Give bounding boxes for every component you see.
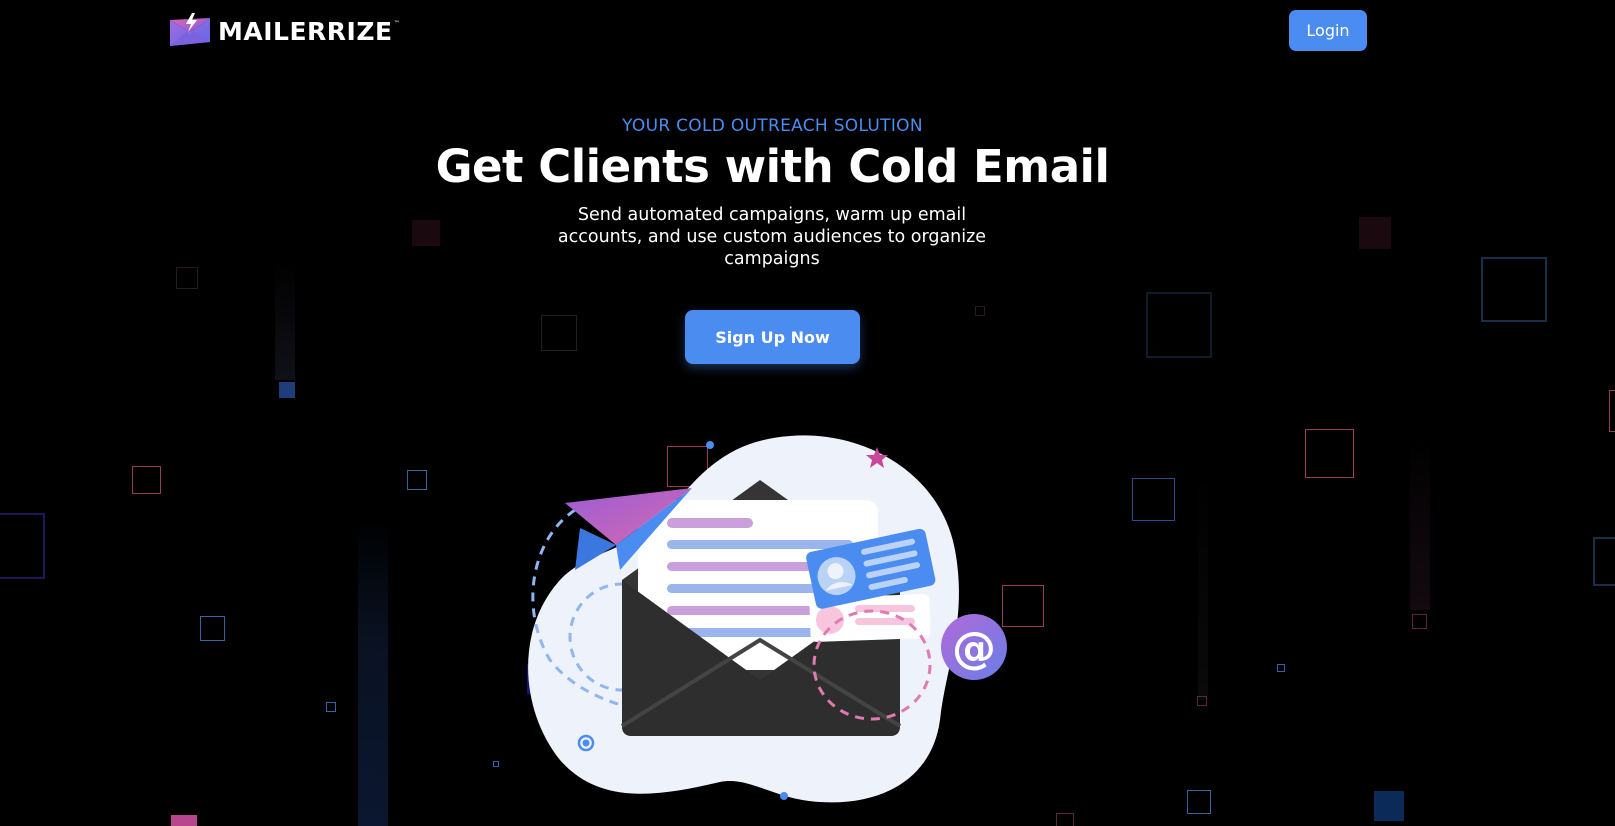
bg-streak (1198, 470, 1208, 700)
bg-square (1146, 292, 1212, 358)
bg-square (1412, 614, 1427, 629)
bg-square (176, 267, 198, 289)
hero-eyebrow: YOUR COLD OUTREACH SOLUTION (622, 116, 923, 136)
bg-square (1132, 478, 1175, 521)
bg-square (279, 382, 295, 398)
bg-square (412, 220, 440, 246)
bg-square (1593, 537, 1615, 586)
top-navbar: MAILERRIZE ™ Login (0, 0, 1615, 62)
bg-square (1305, 429, 1354, 478)
bg-square (171, 815, 197, 826)
brand-name: MAILERRIZE (218, 16, 393, 46)
bg-square (0, 513, 45, 579)
hero-headline: Get Clients with Cold Email (435, 140, 1110, 193)
bg-square (1056, 813, 1074, 826)
bg-square (1481, 257, 1547, 322)
brand-logo[interactable]: MAILERRIZE ™ (168, 12, 400, 50)
envelope-lightning-logo-icon (170, 13, 210, 46)
bg-square (132, 466, 161, 494)
bg-square (541, 315, 577, 351)
bg-square (1374, 791, 1404, 821)
bg-square (1187, 790, 1211, 814)
bg-square (1277, 664, 1285, 672)
sign-up-button[interactable]: Sign Up Now (685, 310, 860, 364)
hero-subtext: Send automated campaigns, warm up email … (557, 205, 987, 269)
bg-square (1359, 217, 1391, 249)
email-illustration: @ (528, 435, 1007, 803)
bg-streak (1410, 430, 1430, 610)
bg-square (493, 761, 499, 767)
bg-square (975, 306, 985, 316)
bg-square (200, 616, 225, 641)
svg-text:@: @ (952, 623, 996, 674)
bg-square (407, 470, 427, 490)
bg-square (326, 702, 336, 712)
bg-streak (358, 520, 388, 826)
login-button[interactable]: Login (1289, 10, 1367, 51)
trademark-mark: ™ (393, 20, 400, 27)
bg-square (1197, 696, 1207, 706)
bg-streak (275, 260, 295, 380)
bg-square (1609, 390, 1615, 432)
landing-page: MAILERRIZE ™ Login YOUR COLD OUTREACH SO… (0, 0, 1615, 826)
